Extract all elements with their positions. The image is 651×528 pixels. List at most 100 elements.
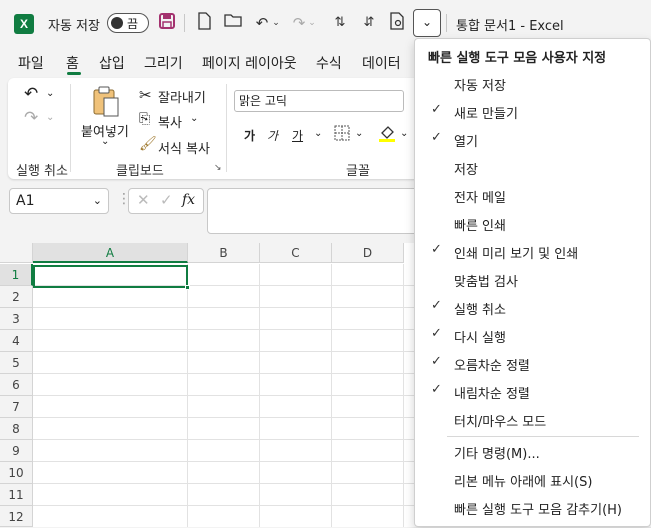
toggle-knob — [111, 17, 123, 29]
undo-dropdown-icon[interactable]: ⌄ — [46, 88, 54, 99]
row-header-11[interactable]: 11 — [0, 484, 33, 506]
row-header-1[interactable]: 1 — [0, 264, 33, 286]
fill-handle[interactable] — [185, 285, 190, 290]
check-icon: ✓ — [431, 326, 442, 341]
row-header-12[interactable]: 12 — [0, 506, 33, 527]
format-painter-icon: 🖌 — [139, 136, 157, 152]
menu-item-label: 새로 만들기 — [454, 107, 518, 122]
column-header-b[interactable]: B — [188, 243, 260, 263]
gridline — [33, 307, 433, 308]
menu-item-spelling[interactable]: 맞춤법 검사 — [416, 265, 650, 293]
row-header-9[interactable]: 9 — [0, 440, 33, 462]
menu-item-undo[interactable]: ✓ 실행 취소 — [416, 293, 650, 321]
new-file-icon[interactable] — [193, 12, 215, 34]
redo-dropdown-icon[interactable]: ⌄ — [46, 112, 54, 123]
menu-item-autosave[interactable]: 자동 저장 — [416, 69, 650, 97]
menu-item-more-commands[interactable]: 기타 명령(M)... — [416, 437, 650, 465]
save-icon[interactable] — [156, 12, 178, 34]
redo-dropdown-icon[interactable]: ⌄ — [306, 12, 318, 34]
menu-item-touch-mode[interactable]: 터치/마우스 모드 — [416, 405, 650, 433]
menu-item-hide-qat[interactable]: 빠른 실행 도구 모음 감추기(H) — [416, 493, 650, 521]
italic-button[interactable]: 가 — [267, 127, 278, 144]
column-header-c[interactable]: C — [260, 243, 332, 263]
autosave-toggle[interactable]: 끔 — [107, 13, 149, 33]
menu-item-print-preview[interactable]: ✓ 인쇄 미리 보기 및 인쇄 — [416, 237, 650, 265]
menu-header: 빠른 실행 도구 모음 사용자 지정 — [428, 51, 607, 66]
menu-item-sort-ascending[interactable]: ✓ 오름차순 정렬 — [416, 349, 650, 377]
borders-dropdown-icon[interactable]: ⌄ — [355, 128, 363, 139]
tab-data[interactable]: 데이터 — [362, 53, 401, 73]
open-folder-icon[interactable] — [222, 12, 244, 34]
menu-item-email[interactable]: 전자 메일 — [416, 181, 650, 209]
row-header-2[interactable]: 2 — [0, 286, 33, 308]
font-name-select[interactable]: 맑은 고딕 — [234, 90, 404, 112]
sort-descending-icon[interactable]: ⇵ — [358, 12, 380, 34]
row-header-5[interactable]: 5 — [0, 352, 33, 374]
autosave-state: 끔 — [127, 17, 139, 31]
menu-item-label: 전자 메일 — [454, 191, 506, 206]
menu-item-save[interactable]: 저장 — [416, 153, 650, 181]
row-header-3[interactable]: 3 — [0, 308, 33, 330]
tab-home[interactable]: 홈 — [66, 53, 79, 73]
menu-item-label: 실행 취소 — [454, 303, 506, 318]
print-preview-icon[interactable] — [386, 12, 408, 34]
active-cell-a1[interactable] — [33, 265, 188, 288]
cut-button[interactable]: 잘라내기 — [158, 87, 206, 106]
undo-icon[interactable]: ↶ — [24, 84, 38, 104]
row-header-6[interactable]: 6 — [0, 374, 33, 396]
fill-color-icon[interactable] — [378, 123, 396, 147]
dialog-launcher-icon[interactable]: ↘ — [214, 163, 222, 173]
customize-qat-button[interactable]: ⌄ — [413, 9, 441, 37]
menu-item-label: 터치/마우스 모드 — [454, 415, 547, 430]
menu-item-quick-print[interactable]: 빠른 인쇄 — [416, 209, 650, 237]
borders-icon[interactable] — [334, 125, 350, 145]
column-header-d[interactable]: D — [332, 243, 404, 263]
menu-item-label: 기타 명령(M)... — [454, 447, 540, 462]
menu-item-show-below-ribbon[interactable]: 리본 메뉴 아래에 표시(S) — [416, 465, 650, 493]
group-label-font: 글꼴 — [346, 164, 370, 179]
undo-dropdown-icon[interactable]: ⌄ — [270, 12, 282, 34]
menu-item-open[interactable]: ✓ 열기 — [416, 125, 650, 153]
bold-button[interactable]: 가 — [244, 127, 255, 144]
check-icon: ✓ — [431, 130, 442, 145]
menu-item-label: 다시 실행 — [454, 331, 506, 346]
row-header-7[interactable]: 7 — [0, 396, 33, 418]
gridline — [33, 461, 433, 462]
copy-dropdown-icon[interactable]: ⌄ — [190, 113, 198, 124]
row-header-8[interactable]: 8 — [0, 418, 33, 440]
copy-button[interactable]: 복사 — [158, 112, 182, 131]
tab-file[interactable]: 파일 — [18, 53, 44, 73]
check-icon: ✓ — [431, 382, 442, 397]
enter-icon[interactable]: ✓ — [160, 191, 173, 209]
menu-item-sort-descending[interactable]: ✓ 내림차순 정렬 — [416, 377, 650, 405]
tab-formulas[interactable]: 수식 — [316, 53, 342, 73]
divider — [184, 14, 185, 32]
menu-item-label: 열기 — [454, 135, 478, 150]
underline-dropdown-icon[interactable]: ⌄ — [314, 128, 322, 139]
paste-icon[interactable] — [91, 86, 121, 122]
menu-item-label: 자동 저장 — [454, 79, 506, 94]
redo-icon[interactable]: ↷ — [24, 108, 38, 128]
sort-ascending-icon[interactable]: ⇅ — [329, 12, 351, 34]
name-box-dropdown-icon[interactable]: ⌄ — [93, 189, 102, 213]
paste-dropdown-icon[interactable]: ⌄ — [101, 136, 109, 147]
select-all-button[interactable] — [0, 243, 33, 263]
check-icon: ✓ — [431, 242, 442, 257]
tab-draw[interactable]: 그리기 — [144, 53, 183, 73]
tab-insert[interactable]: 삽입 — [99, 53, 125, 73]
menu-item-new[interactable]: ✓ 새로 만들기 — [416, 97, 650, 125]
gridline — [33, 439, 433, 440]
cancel-icon[interactable]: ✕ — [137, 191, 150, 209]
row-header-10[interactable]: 10 — [0, 462, 33, 484]
menu-item-label: 내림차순 정렬 — [454, 387, 530, 402]
name-box[interactable]: A1 ⌄ — [9, 188, 109, 214]
format-painter-button[interactable]: 서식 복사 — [158, 138, 210, 157]
row-header-4[interactable]: 4 — [0, 330, 33, 352]
insert-function-button[interactable]: fx — [182, 192, 195, 208]
fill-color-dropdown-icon[interactable]: ⌄ — [400, 128, 408, 139]
underline-button[interactable]: 가 — [292, 127, 303, 144]
formula-buttons: ✕ ✓ fx — [128, 188, 204, 214]
tab-page-layout[interactable]: 페이지 레이아웃 — [202, 53, 297, 73]
menu-item-redo[interactable]: ✓ 다시 실행 — [416, 321, 650, 349]
column-header-a[interactable]: A — [33, 243, 188, 263]
